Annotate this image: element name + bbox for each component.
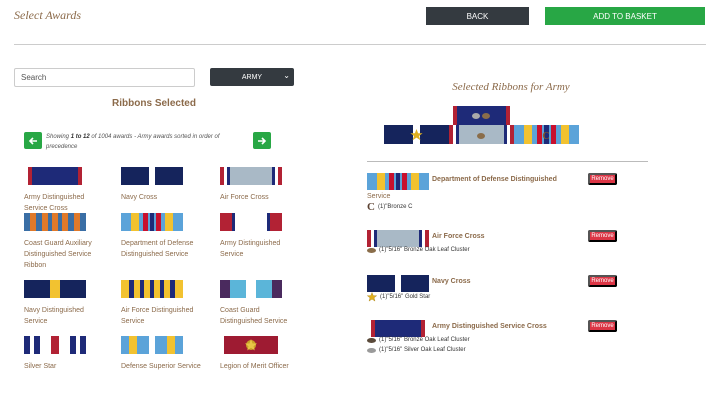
ribbon-dod-dsm-image bbox=[121, 213, 183, 231]
rack-dod-dsm: C bbox=[514, 125, 579, 144]
rack-army-dsc bbox=[449, 106, 514, 125]
ribbon-card-silver-star[interactable]: Silver Star bbox=[24, 336, 104, 372]
ribbon-name: Department of Defense Distinguished Serv… bbox=[121, 240, 194, 258]
ribbon-card-legion-of-merit-officer[interactable]: Legion of Merit Officer bbox=[220, 336, 300, 372]
silver-oak-leaf-icon bbox=[367, 347, 376, 353]
selected-ribbons-heading: Selected Ribbons for Army bbox=[452, 81, 570, 93]
page-title: Select Awards bbox=[14, 8, 81, 22]
next-page-button[interactable] bbox=[253, 132, 271, 149]
ribbon-card-navy-cross[interactable]: Navy Cross bbox=[121, 167, 201, 203]
selected-item-name: Air Force Cross bbox=[432, 233, 485, 240]
ribbon-name: Navy Distinguished Service bbox=[24, 307, 84, 325]
results-summary: Showing 1 to 12 of 1004 awards - Army aw… bbox=[46, 134, 220, 150]
ribbon-name: Legion of Merit Officer bbox=[220, 363, 289, 370]
rack-air-force-cross bbox=[449, 125, 514, 144]
ribbons-selected-heading: Ribbons Selected bbox=[112, 98, 196, 109]
rack-divider bbox=[367, 161, 648, 162]
ribbon-cg-auxiliary-image bbox=[24, 213, 86, 231]
ribbon-name: Air Force Cross bbox=[220, 194, 269, 201]
add-to-basket-button[interactable]: ADD TO BASKET bbox=[545, 7, 705, 25]
ribbon-card-air-force-cross[interactable]: Air Force Cross bbox=[220, 167, 300, 203]
ribbon-name: Air Force Distinguished Service bbox=[121, 307, 194, 325]
selected-item-navy-cross: Navy Cross (1)"5/16" Gold Star Remove bbox=[367, 275, 627, 305]
branch-select-value: ARMY bbox=[241, 73, 263, 81]
ribbon-card-dod-distinguished-service[interactable]: Department of Defense Distinguished Serv… bbox=[121, 213, 201, 260]
ribbon-card-army-distinguished-service-cross[interactable]: Army Distinguished Service Cross bbox=[24, 167, 104, 214]
selected-ribbon-image bbox=[367, 230, 429, 247]
chevron-down-icon: ⌄ bbox=[283, 71, 290, 80]
ribbon-card-army-distinguished-service[interactable]: Army Distinguished Service bbox=[220, 213, 300, 260]
rack-navy-cross bbox=[384, 125, 449, 144]
remove-button[interactable]: Remove bbox=[588, 320, 617, 332]
ribbon-name: Army Distinguished Service bbox=[220, 240, 281, 258]
ribbon-af-dsm-image bbox=[121, 280, 183, 298]
selected-ribbon-image bbox=[367, 275, 429, 292]
ribbon-navy-cross-image bbox=[121, 167, 183, 185]
ribbon-name: Army Distinguished Service Cross bbox=[24, 194, 85, 212]
remove-button[interactable]: Remove bbox=[588, 230, 617, 242]
ribbon-rack-preview: C bbox=[384, 106, 580, 144]
selected-ribbon-image bbox=[367, 173, 429, 190]
previous-page-button[interactable] bbox=[24, 132, 42, 149]
ribbon-card-coast-guard-distinguished-service[interactable]: Coast Guard Distinguished Service bbox=[220, 280, 300, 327]
selected-ribbon-image bbox=[367, 320, 429, 337]
device-row: (1)"5/16" Bronze Oak Leaf Cluster bbox=[367, 337, 470, 343]
branch-select[interactable]: ARMY ⌄ bbox=[210, 68, 294, 86]
ribbon-card-air-force-distinguished-service[interactable]: Air Force Distinguished Service bbox=[121, 280, 201, 327]
bronze-c-icon: C bbox=[367, 201, 375, 213]
bronze-oak-leaf-icon bbox=[367, 337, 376, 343]
device-row: (1)"5/16" Bronze Oak Leaf Cluster bbox=[367, 247, 470, 253]
device-row: (1)"5/16" Gold Star bbox=[367, 292, 430, 302]
remove-button[interactable]: Remove bbox=[588, 275, 617, 287]
ribbon-army-dsc-image bbox=[24, 167, 86, 185]
selected-item-army-distinguished-service-cross: Army Distinguished Service Cross (1)"5/1… bbox=[367, 320, 627, 360]
bronze-oak-leaf-icon bbox=[367, 247, 376, 253]
svg-text:C: C bbox=[542, 131, 549, 142]
selected-item-name-continued: Service bbox=[367, 193, 391, 200]
arrow-left-icon bbox=[28, 136, 37, 145]
device-row: (1)"5/16" Silver Oak Leaf Cluster bbox=[367, 347, 466, 353]
arrow-right-icon bbox=[258, 136, 267, 145]
ribbon-navy-dsm-image bbox=[24, 280, 86, 298]
selected-item-name: Department of Defense Distinguished bbox=[432, 176, 557, 183]
selected-item-name: Navy Cross bbox=[432, 278, 471, 285]
ribbon-silver-star-image bbox=[24, 336, 86, 354]
ribbon-army-dsm-image bbox=[220, 213, 282, 231]
back-button[interactable]: BACK bbox=[426, 7, 529, 25]
ribbon-name: Coast Guard Distinguished Service bbox=[220, 307, 288, 325]
ribbon-name: Navy Cross bbox=[121, 194, 158, 201]
remove-button[interactable]: Remove bbox=[588, 173, 617, 185]
gold-star-icon bbox=[367, 292, 377, 302]
ribbon-name: Silver Star bbox=[24, 363, 57, 370]
device-row: C (1)"Bronze C bbox=[367, 201, 413, 213]
ribbon-name: Coast Guard Auxiliary Distinguished Serv… bbox=[24, 240, 92, 269]
ribbon-cg-dsm-image bbox=[220, 280, 282, 298]
ribbon-air-force-cross-image bbox=[220, 167, 282, 185]
ribbon-legion-of-merit-image bbox=[220, 336, 282, 354]
selected-item-name: Army Distinguished Service Cross bbox=[432, 323, 547, 330]
selected-item-dod-distinguished-service: Department of Defense Distinguished Serv… bbox=[367, 173, 627, 215]
ribbon-card-defense-superior-service[interactable]: Defense Superior Service bbox=[121, 336, 201, 372]
ribbon-dssm-image bbox=[121, 336, 183, 354]
selected-item-air-force-cross: Air Force Cross (1)"5/16" Bronze Oak Lea… bbox=[367, 230, 627, 260]
ribbon-name: Defense Superior Service bbox=[121, 363, 201, 370]
ribbon-card-coast-guard-auxiliary-dsr[interactable]: Coast Guard Auxiliary Distinguished Serv… bbox=[24, 213, 104, 271]
search-input[interactable] bbox=[14, 68, 195, 87]
header-divider bbox=[14, 44, 706, 45]
ribbon-card-navy-distinguished-service[interactable]: Navy Distinguished Service bbox=[24, 280, 104, 327]
